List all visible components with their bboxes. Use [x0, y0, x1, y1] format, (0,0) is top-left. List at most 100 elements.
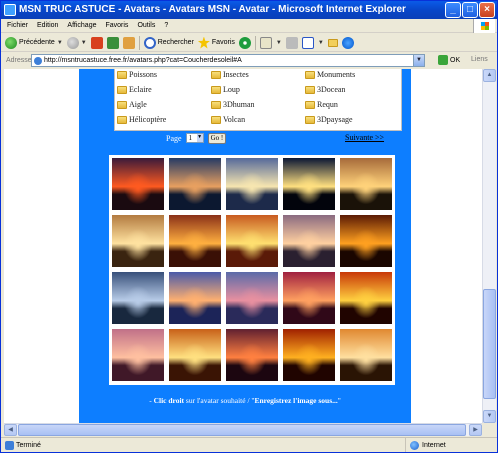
- avatar-thumbnail[interactable]: [226, 215, 278, 267]
- category-link[interactable]: Eclaire: [117, 85, 152, 94]
- vertical-scrollbar[interactable]: ▲ ▼: [482, 69, 496, 423]
- content-panel: Poissons Insectes Monuments Eclaire Loup…: [79, 69, 411, 423]
- avatar-thumbnail[interactable]: [112, 272, 164, 324]
- folder-icon: [117, 70, 127, 79]
- menu-favoris[interactable]: Favoris: [105, 19, 128, 32]
- category-link[interactable]: 3Dhuman: [211, 100, 255, 109]
- chevron-down-icon: ▼: [196, 134, 203, 142]
- caption-suffix: ": [337, 396, 341, 405]
- avatar-thumbnail[interactable]: [169, 272, 221, 324]
- go-button[interactable]: OK: [438, 55, 460, 65]
- menu-edition[interactable]: Edition: [37, 19, 58, 32]
- avatar-thumbnail[interactable]: [283, 215, 335, 267]
- scroll-left-icon[interactable]: ◀: [4, 424, 17, 436]
- folder-icon: [117, 115, 127, 124]
- scroll-right-icon[interactable]: ▶: [469, 424, 482, 436]
- scroll-thumb[interactable]: [18, 424, 466, 436]
- menu-bar: Fichier Edition Affichage Favoris Outils…: [1, 19, 497, 33]
- favorites-button[interactable]: Favoris: [197, 35, 235, 51]
- avatar-thumbnail[interactable]: [340, 272, 392, 324]
- menu-fichier[interactable]: Fichier: [7, 19, 28, 32]
- home-icon[interactable]: [122, 36, 135, 49]
- category-label: Monuments: [317, 70, 356, 79]
- category-label: Hélicoptère: [129, 115, 167, 124]
- zone-label: Internet: [422, 441, 446, 449]
- folder-icon[interactable]: [327, 38, 338, 47]
- avatar-thumbnail[interactable]: [283, 329, 335, 381]
- page-icon: [34, 57, 42, 65]
- chevron-down-icon[interactable]: ▼: [276, 40, 282, 46]
- avatar-thumbnail[interactable]: [226, 272, 278, 324]
- category-list: Poissons Insectes Monuments Eclaire Loup…: [114, 69, 402, 131]
- category-label: 3Docean: [317, 85, 346, 94]
- folder-icon: [305, 100, 315, 109]
- avatar-thumbnail[interactable]: [112, 215, 164, 267]
- stop-icon[interactable]: [90, 36, 103, 49]
- links-button[interactable]: Liens: [471, 56, 488, 63]
- print-icon[interactable]: [285, 36, 298, 49]
- category-label: Loup: [223, 85, 240, 94]
- chevron-down-icon[interactable]: ▼: [413, 55, 424, 66]
- category-link[interactable]: Volcan: [211, 115, 245, 124]
- scroll-down-icon[interactable]: ▼: [483, 410, 496, 423]
- category-link[interactable]: Hélicoptère: [117, 115, 166, 124]
- forward-button[interactable]: ▼: [66, 35, 87, 51]
- status-text: Terminé: [16, 442, 41, 449]
- messenger-icon[interactable]: [341, 36, 354, 49]
- scroll-thumb[interactable]: [483, 289, 496, 399]
- avatar-thumbnail[interactable]: [112, 329, 164, 381]
- avatar-thumbnail[interactable]: [340, 158, 392, 210]
- horizontal-scrollbar[interactable]: ◀ ▶: [4, 423, 482, 436]
- search-button[interactable]: Rechercher: [143, 35, 194, 51]
- search-icon: [143, 36, 156, 49]
- forward-arrow-icon: [66, 36, 79, 49]
- folder-icon: [117, 85, 127, 94]
- category-link[interactable]: Poissons: [117, 70, 157, 79]
- menu-help[interactable]: ?: [164, 19, 168, 32]
- category-label: Eclaire: [129, 85, 152, 94]
- category-link[interactable]: 3Docean: [305, 85, 345, 94]
- avatar-thumbnail[interactable]: [169, 329, 221, 381]
- maximize-button[interactable]: □: [462, 2, 478, 18]
- folder-icon: [305, 115, 315, 124]
- avatar-thumbnail[interactable]: [112, 158, 164, 210]
- avatar-thumbnail[interactable]: [169, 215, 221, 267]
- next-page-link[interactable]: Suivante >>: [345, 133, 384, 142]
- minimize-button[interactable]: _: [445, 2, 461, 18]
- go-page-button[interactable]: Go !: [207, 132, 227, 144]
- page-select[interactable]: 1 ▼: [185, 133, 204, 143]
- avatar-thumbnail[interactable]: [340, 329, 392, 381]
- edit-word-icon[interactable]: [301, 36, 314, 49]
- chevron-down-icon[interactable]: ▼: [318, 40, 324, 46]
- category-link[interactable]: Aigle: [117, 100, 147, 109]
- avatar-thumbnail[interactable]: [283, 272, 335, 324]
- avatar-thumbnail[interactable]: [169, 158, 221, 210]
- address-input[interactable]: http://msntrucastuce.free.fr/avatars.php…: [31, 54, 425, 67]
- folder-icon: [211, 85, 221, 94]
- favorites-label: Favoris: [211, 39, 235, 46]
- avatar-thumbnail[interactable]: [340, 215, 392, 267]
- scroll-up-icon[interactable]: ▲: [483, 69, 496, 82]
- menu-affichage[interactable]: Affichage: [67, 19, 96, 32]
- avatar-thumbnail[interactable]: [283, 158, 335, 210]
- refresh-icon[interactable]: [106, 36, 119, 49]
- category-label: 3Dpaysage: [317, 115, 353, 124]
- back-button[interactable]: Précédente ▼: [5, 35, 63, 51]
- avatar-thumbnail[interactable]: [226, 158, 278, 210]
- close-button[interactable]: ×: [479, 2, 495, 18]
- ie-app-icon: [4, 4, 16, 16]
- mail-icon[interactable]: [259, 36, 272, 49]
- chevron-down-icon: ▼: [80, 39, 87, 46]
- avatar-thumbnail[interactable]: [226, 329, 278, 381]
- category-label: Requn: [317, 100, 338, 109]
- category-link[interactable]: Insectes: [211, 70, 249, 79]
- category-link[interactable]: Loup: [211, 85, 240, 94]
- window-controls: _ □ ×: [445, 2, 495, 18]
- category-link[interactable]: Monuments: [305, 70, 355, 79]
- category-link[interactable]: 3Dpaysage: [305, 115, 353, 124]
- back-label: Précédente: [19, 39, 55, 46]
- category-link[interactable]: Requn: [305, 100, 338, 109]
- globe-icon: [410, 440, 419, 450]
- media-icon[interactable]: [238, 36, 251, 49]
- menu-outils[interactable]: Outils: [137, 19, 155, 32]
